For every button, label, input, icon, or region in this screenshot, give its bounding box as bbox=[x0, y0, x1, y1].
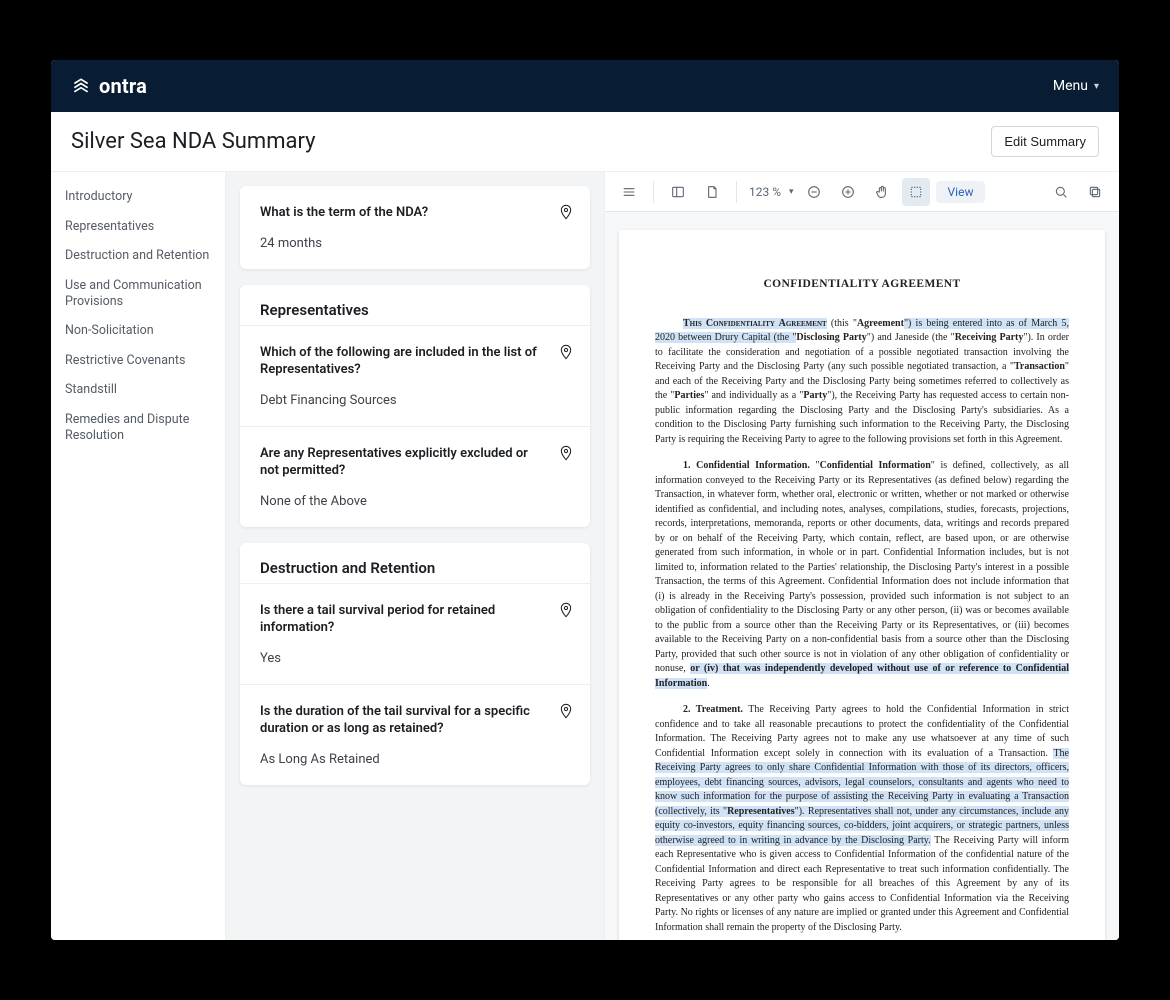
answer: Debt Financing Sources bbox=[260, 393, 570, 408]
sidebar-item-remedies[interactable]: Remedies and Dispute Resolution bbox=[51, 405, 225, 450]
brand-name: ontra bbox=[99, 74, 147, 98]
question: Are any Representatives explicitly exclu… bbox=[260, 445, 570, 480]
chevron-down-icon[interactable]: ▾ bbox=[789, 187, 794, 197]
edit-summary-button[interactable]: Edit Summary bbox=[991, 126, 1099, 157]
question: Which of the following are included in t… bbox=[260, 344, 570, 379]
sidebar-item-restrictive-covenants[interactable]: Restrictive Covenants bbox=[51, 346, 225, 376]
sidebar-toggle-icon[interactable] bbox=[664, 178, 692, 206]
summary-panel: What is the term of the NDA? 24 months R… bbox=[226, 172, 604, 940]
sidebar-item-standstill[interactable]: Standstill bbox=[51, 375, 225, 405]
search-icon[interactable] bbox=[1047, 178, 1075, 206]
doc-paragraph: This Confidentiality Agreement (this "Ag… bbox=[655, 317, 1069, 448]
document-page: CONFIDENTIALITY AGREEMENT This Confident… bbox=[619, 230, 1105, 940]
answer: As Long As Retained bbox=[260, 752, 570, 767]
separator bbox=[736, 181, 737, 203]
location-pin-icon[interactable] bbox=[558, 344, 574, 360]
sidebar-item-representatives[interactable]: Representatives bbox=[51, 212, 225, 242]
caret-down-icon: ▾ bbox=[1094, 81, 1099, 92]
hamburger-icon[interactable] bbox=[615, 178, 643, 206]
qa-item: Are any Representatives explicitly exclu… bbox=[240, 426, 590, 527]
page-icon[interactable] bbox=[698, 178, 726, 206]
main-area: Introductory Representatives Destruction… bbox=[51, 172, 1119, 940]
menu-label: Menu bbox=[1053, 78, 1088, 94]
zoom-out-icon[interactable] bbox=[800, 178, 828, 206]
answer: None of the Above bbox=[260, 494, 570, 509]
copy-icon[interactable] bbox=[1081, 178, 1109, 206]
qa-item: What is the term of the NDA? 24 months bbox=[240, 186, 590, 269]
card-heading: Destruction and Retention bbox=[240, 543, 590, 583]
top-bar: ontra Menu ▾ bbox=[51, 60, 1119, 112]
hand-pan-icon[interactable] bbox=[868, 178, 896, 206]
doc-paragraph: 1. Confidential Information. "Confidenti… bbox=[655, 459, 1069, 691]
separator bbox=[653, 181, 654, 203]
brand-logo-icon bbox=[71, 76, 91, 96]
location-pin-icon[interactable] bbox=[558, 204, 574, 220]
view-button[interactable]: View bbox=[936, 181, 986, 203]
sidebar-item-use-communication[interactable]: Use and Communication Provisions bbox=[51, 271, 225, 316]
qa-item: Which of the following are included in t… bbox=[240, 325, 590, 426]
location-pin-icon[interactable] bbox=[558, 445, 574, 461]
title-bar: Silver Sea NDA Summary Edit Summary bbox=[51, 112, 1119, 172]
zoom-in-icon[interactable] bbox=[834, 178, 862, 206]
answer: 24 months bbox=[260, 236, 570, 251]
brand: ontra bbox=[71, 74, 147, 98]
question: Is the duration of the tail survival for… bbox=[260, 703, 570, 738]
app-frame: ontra Menu ▾ Silver Sea NDA Summary Edit… bbox=[51, 60, 1119, 940]
location-pin-icon[interactable] bbox=[558, 703, 574, 719]
selection-icon[interactable] bbox=[902, 178, 930, 206]
card-representatives: Representatives Which of the following a… bbox=[240, 285, 590, 527]
document-viewer: 123 % ▾ View CONFIDENTIALITY AGREEMENT T… bbox=[604, 172, 1119, 940]
pdf-toolbar: 123 % ▾ View bbox=[605, 172, 1119, 212]
question: Is there a tail survival period for reta… bbox=[260, 602, 570, 637]
doc-paragraph: 2. Treatment. The Receiving Party agrees… bbox=[655, 703, 1069, 935]
document-title: CONFIDENTIALITY AGREEMENT bbox=[655, 276, 1069, 293]
qa-item: Is the duration of the tail survival for… bbox=[240, 684, 590, 785]
card-heading: Representatives bbox=[240, 285, 590, 325]
answer: Yes bbox=[260, 651, 570, 666]
question: What is the term of the NDA? bbox=[260, 204, 570, 222]
menu-dropdown[interactable]: Menu ▾ bbox=[1053, 78, 1099, 94]
location-pin-icon[interactable] bbox=[558, 602, 574, 618]
page-title: Silver Sea NDA Summary bbox=[71, 129, 316, 154]
card-introductory: What is the term of the NDA? 24 months bbox=[240, 186, 590, 269]
zoom-level[interactable]: 123 % bbox=[747, 185, 783, 199]
sidebar-item-introductory[interactable]: Introductory bbox=[51, 182, 225, 212]
sidebar-item-non-solicitation[interactable]: Non-Solicitation bbox=[51, 316, 225, 346]
sidebar-item-destruction[interactable]: Destruction and Retention bbox=[51, 241, 225, 271]
document-scroll[interactable]: CONFIDENTIALITY AGREEMENT This Confident… bbox=[605, 212, 1119, 940]
card-destruction: Destruction and Retention Is there a tai… bbox=[240, 543, 590, 785]
sidebar: Introductory Representatives Destruction… bbox=[51, 172, 226, 940]
qa-item: Is there a tail survival period for reta… bbox=[240, 583, 590, 684]
